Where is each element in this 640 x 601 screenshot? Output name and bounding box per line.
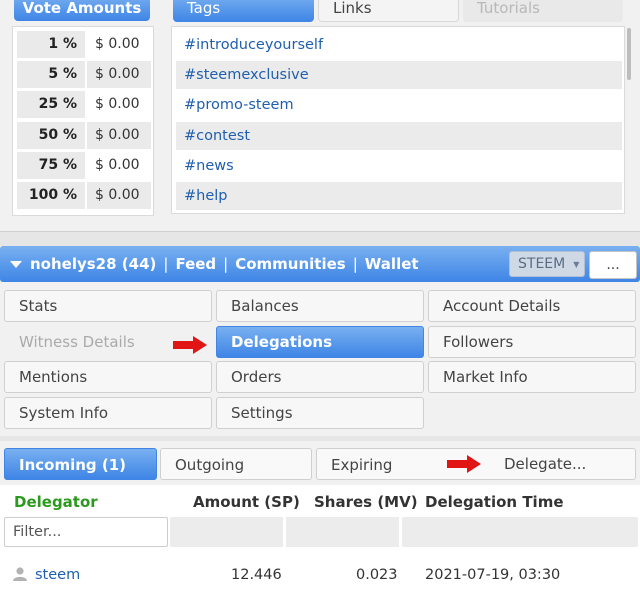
- separator: |: [163, 255, 169, 273]
- tab-expiring-label: Expiring: [331, 456, 393, 474]
- tag-link[interactable]: #help: [176, 182, 622, 210]
- caret-down-icon[interactable]: [10, 260, 22, 268]
- tab-tags[interactable]: Tags: [173, 0, 314, 22]
- vote-amount: $ 0.00: [87, 61, 151, 88]
- tab-incoming[interactable]: Incoming (1): [4, 448, 157, 480]
- vote-pct: 50 %: [17, 122, 85, 149]
- menu-stats[interactable]: Stats: [4, 290, 212, 322]
- account-panel: nohelys28 (44) | Feed | Communities | Wa…: [0, 246, 640, 436]
- vote-row: 100 % $ 0.00: [17, 182, 151, 209]
- menu-system-info[interactable]: System Info: [4, 397, 212, 429]
- vote-row: 75 % $ 0.00: [17, 152, 151, 179]
- amount-value: 12.446: [231, 567, 282, 583]
- currency-select[interactable]: STEEM ▼: [509, 251, 585, 277]
- vote-row: 1 % $ 0.00: [17, 31, 151, 58]
- delegations-table: Delegator Amount (SP) Shares (MV) Delega…: [0, 485, 640, 601]
- tab-links[interactable]: Links: [318, 0, 459, 22]
- menu-mentions[interactable]: Mentions: [4, 361, 212, 393]
- shares-value: 0.023: [356, 567, 398, 583]
- vote-amount: $ 0.00: [87, 122, 151, 149]
- chevron-down-icon: ▼: [573, 259, 580, 269]
- top-panel: Vote Amounts 1 % $ 0.00 5 % $ 0.00 25 % …: [0, 0, 640, 232]
- tag-link[interactable]: #introduceyourself: [176, 31, 622, 59]
- delegate-button[interactable]: Delegate...: [504, 448, 586, 480]
- col-shares[interactable]: Shares (MV): [314, 493, 418, 511]
- menu-market-info[interactable]: Market Info: [428, 361, 636, 393]
- delegator-link[interactable]: steem: [35, 567, 80, 583]
- vote-pct: 25 %: [17, 91, 85, 118]
- tag-link[interactable]: #promo-steem: [176, 91, 622, 119]
- red-arrow-icon: [173, 336, 207, 354]
- vote-row: 50 % $ 0.00: [17, 122, 151, 149]
- vote-amount: $ 0.00: [87, 182, 151, 209]
- col-delegator[interactable]: Delegator: [14, 493, 98, 511]
- tag-link[interactable]: #news: [176, 152, 622, 180]
- tags-scrollbar[interactable]: [627, 28, 631, 80]
- account-name-link[interactable]: nohelys28 (44): [30, 255, 156, 273]
- vote-row: 5 % $ 0.00: [17, 61, 151, 88]
- vote-row: 25 % $ 0.00: [17, 91, 151, 118]
- tag-link[interactable]: #steemexclusive: [176, 61, 622, 89]
- separator: |: [223, 255, 229, 273]
- communities-link[interactable]: Communities: [235, 255, 346, 273]
- menu-balances[interactable]: Balances: [216, 290, 424, 322]
- tags-list: #introduceyourself #steemexclusive #prom…: [171, 26, 625, 214]
- separator: |: [352, 255, 358, 273]
- col-amount[interactable]: Amount (SP): [193, 493, 300, 511]
- more-button[interactable]: ...: [589, 251, 637, 279]
- vote-amounts-header: Vote Amounts: [14, 0, 150, 21]
- table-row: steem 12.446 0.023 2021-07-19, 03:30: [0, 555, 640, 601]
- filter-cell: [402, 517, 638, 547]
- menu-settings[interactable]: Settings: [216, 397, 424, 429]
- currency-value: STEEM: [518, 256, 566, 272]
- red-arrow-icon: [447, 455, 481, 473]
- tab-tutorials[interactable]: Tutorials: [463, 0, 623, 22]
- filter-cell: [170, 517, 283, 547]
- menu-followers[interactable]: Followers: [428, 326, 636, 358]
- feed-link[interactable]: Feed: [175, 255, 216, 273]
- filter-input[interactable]: [4, 517, 168, 547]
- vote-pct: 1 %: [17, 31, 85, 58]
- user-icon: [13, 567, 27, 581]
- delegations-panel: Incoming (1) Outgoing Expiring Delegate.…: [0, 441, 640, 601]
- vote-pct: 100 %: [17, 182, 85, 209]
- vote-amount: $ 0.00: [95, 36, 140, 52]
- wallet-link[interactable]: Wallet: [365, 255, 419, 273]
- menu-delegations[interactable]: Delegations: [216, 326, 424, 358]
- time-value: 2021-07-19, 03:30: [425, 567, 561, 583]
- vote-amounts-list: 1 % $ 0.00 5 % $ 0.00 25 % $ 0.00 50 % $…: [12, 26, 154, 216]
- tag-link[interactable]: #contest: [176, 122, 622, 150]
- menu-orders[interactable]: Orders: [216, 361, 424, 393]
- vote-amount: $ 0.00: [95, 157, 140, 173]
- menu-account-details[interactable]: Account Details: [428, 290, 636, 322]
- col-time[interactable]: Delegation Time: [425, 493, 564, 511]
- vote-pct: 5 %: [17, 61, 85, 88]
- vote-amount: $ 0.00: [95, 96, 140, 112]
- tab-outgoing[interactable]: Outgoing: [160, 448, 312, 480]
- filter-cell: [286, 517, 399, 547]
- vote-pct: 75 %: [17, 152, 85, 179]
